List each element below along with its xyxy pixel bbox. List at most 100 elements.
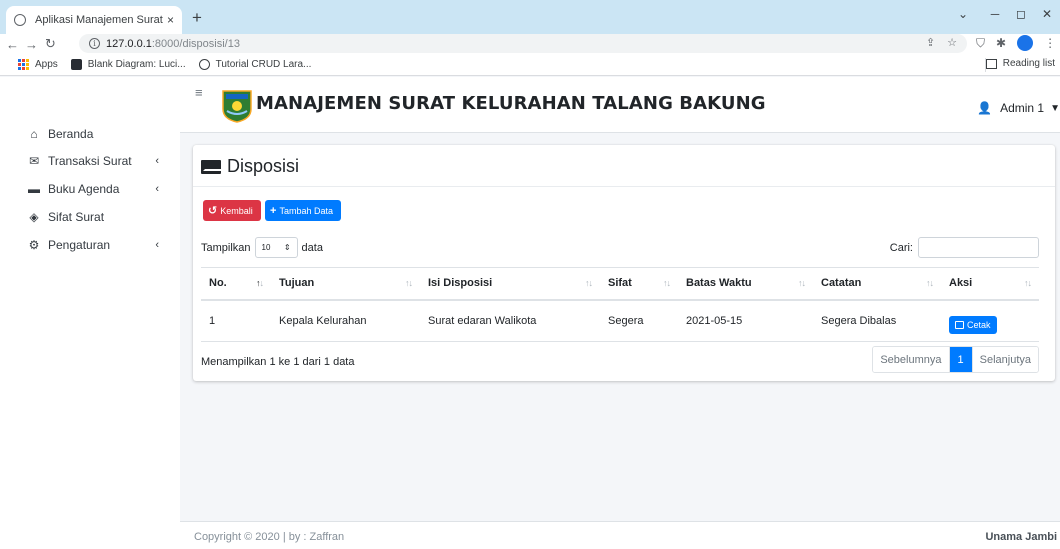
table-header-row: No. ↑↓ Tujuan ↑↓ Isi Disposisi ↑↓ Sifat ↑↓ B… [201,267,1039,301]
footer-brand: Unama Jambi [985,531,1057,543]
bookmarks-bar: Apps Blank Diagram: Luci... Tutorial CRU… [0,54,1060,76]
chevron-left-icon: ‹ [155,155,159,167]
plus-icon: + [270,204,277,217]
book-icon: ▬ [28,182,40,196]
sidebar-item-transaksi-surat[interactable]: ✉ Transaksi Surat ‹ [27,152,167,170]
cell-tujuan: Kepala Kelurahan [271,299,420,342]
tab-close-icon[interactable]: × [167,13,174,27]
app-header: ≡ MANAJEMEN SURAT KELURAHAN TALANG BAKUN… [180,77,1060,133]
url-path: :8000/disposisi/13 [151,37,240,50]
url-host: 127.0.0.1 [106,37,152,50]
lucid-icon [70,59,82,70]
search-input[interactable] [918,237,1039,258]
cell-sifat: Segera [600,299,678,342]
column-header-aksi[interactable]: Aksi ↑↓ [941,267,1039,301]
cell-no: 1 [201,299,271,342]
menu-burger-icon[interactable]: ≡ [195,85,203,100]
apps-grid-icon [18,59,29,70]
maximize-icon[interactable]: ◻ [1008,0,1034,34]
globe-icon [198,59,210,70]
bookmark-star-icon[interactable]: ☆ [947,36,957,49]
window-controls: ⌄ ─ ◻ ✕ [950,0,1060,34]
sidebar-item-beranda[interactable]: ⌂ Beranda [27,125,167,143]
column-header-catatan[interactable]: Catatan ↑↓ [813,267,941,301]
back-button[interactable]: ↺ Kembali [203,200,261,221]
column-header-no[interactable]: No. ↑↓ [201,267,271,301]
info-icon[interactable]: i [89,38,100,49]
column-header-tujuan[interactable]: Tujuan ↑↓ [271,267,420,301]
bookmark-tutorial[interactable]: Tutorial CRUD Lara... [198,59,311,70]
sort-icon: ↑↓ [926,278,934,288]
sort-icon: ↑↓ [663,278,671,288]
close-window-icon[interactable]: ✕ [1034,0,1060,34]
app-title: MANAJEMEN SURAT KELURAHAN TALANG BAKUNG [256,93,766,114]
footer: Copyright © 2020 | by : Zaffran Unama Ja… [180,521,1060,549]
mail-bulk-icon: ✉ [28,154,40,168]
cell-aksi: Cetak [941,299,1039,342]
sidebar-item-sifat-surat[interactable]: ◈ Sifat Surat [27,208,167,226]
print-icon [955,321,964,330]
user-name: Admin 1 [1000,101,1045,115]
chevron-left-icon: ‹ [155,239,159,251]
globe-icon [14,14,26,26]
table-info: Menampilkan 1 ke 1 dari 1 data [201,356,355,368]
cell-batas: 2021-05-15 [678,299,813,342]
profile-avatar-icon[interactable] [1017,35,1034,51]
card-header: Disposisi [193,145,1055,187]
sort-icon: ↑↓ [798,278,806,288]
cell-catatan: Segera Dibalas [813,299,941,342]
pagination: Sebelumnya 1 Selanjutya [872,346,1039,373]
browser-toolbar: ← → ↻ i 127.0.0.1:8000/disposisi/13 ⇪ ☆ … [0,34,1060,54]
table-row: 1 Kepala Kelurahan Surat edaran Walikota… [201,299,1039,342]
add-data-button[interactable]: + Tambah Data [265,200,341,221]
footer-copyright: Copyright © 2020 | by : Zaffran [194,531,345,543]
bookmark-lucid[interactable]: Blank Diagram: Luci... [70,59,186,70]
sort-icon: ↑↓ [1024,278,1032,288]
layer-icon: ◈ [29,210,39,224]
disposisi-table: No. ↑↓ Tujuan ↑↓ Isi Disposisi ↑↓ Sifat ↑↓ B… [201,267,1039,342]
back-arrow-icon[interactable]: ← [3,37,22,52]
pagination-next[interactable]: Selanjutya [971,347,1038,372]
new-tab-button[interactable]: + [192,9,202,26]
home-icon: ⌂ [30,127,38,141]
disposisi-card: Disposisi ↺ Kembali + Tambah Data Tampil… [193,145,1055,381]
column-header-batas-waktu[interactable]: Batas Waktu ↑↓ [678,267,813,301]
share-icon[interactable]: ⇪ [926,36,935,49]
page-length-control: Tampilkan 10 ⇕ data [201,237,323,258]
envelope-icon [201,159,221,174]
sidebar: ⌂ Beranda ✉ Transaksi Surat ‹ ▬ Buku Age… [0,77,180,549]
page-length-select[interactable]: 10 ⇕ [254,237,298,258]
forward-arrow-icon[interactable]: → [22,37,41,52]
bookmark-apps[interactable]: Apps [18,59,58,70]
tab-search-icon[interactable]: ⌄ [950,0,976,34]
cogs-icon: ⚙ [28,238,40,252]
column-header-sifat[interactable]: Sifat ↑↓ [600,267,678,301]
minimize-icon[interactable]: ─ [982,0,1008,34]
puzzle-extension-icon[interactable]: ✱ [996,36,1006,50]
sort-asc-icon: ↑↓ [256,278,264,288]
sidebar-item-pengaturan[interactable]: ⚙ Pengaturan ‹ [27,236,167,254]
print-button[interactable]: Cetak [949,316,997,335]
search-control: Cari: [890,237,1039,258]
sort-updown-icon: ⇕ [283,243,291,252]
kelurahan-logo [222,90,252,123]
undo-icon: ↺ [208,205,218,217]
reading-list-button[interactable]: Reading list [985,58,1055,69]
sidebar-item-buku-agenda[interactable]: ▬ Buku Agenda ‹ [27,180,167,198]
sort-icon: ↑↓ [585,278,593,288]
pagination-page-1[interactable]: 1 [949,347,972,372]
browser-tabstrip: Aplikasi Manajemen Surat × + ⌄ ─ ◻ ✕ [0,0,1060,34]
user-icon: 👤 [977,101,993,115]
user-menu[interactable]: 👤 Admin 1 ▼ [977,101,1060,115]
address-bar[interactable]: i 127.0.0.1:8000/disposisi/13 ⇪ ☆ [79,34,967,53]
browser-tab[interactable]: Aplikasi Manajemen Surat × [6,6,182,34]
menu-dots-icon[interactable]: ⋮ [1044,36,1056,50]
pagination-prev[interactable]: Sebelumnya [873,347,950,372]
caret-down-icon: ▼ [1050,102,1060,114]
reload-icon[interactable]: ↻ [41,36,60,52]
chevron-left-icon: ‹ [155,183,159,195]
column-header-isi-disposisi[interactable]: Isi Disposisi ↑↓ [420,267,600,301]
sort-icon: ↑↓ [405,278,413,288]
shield-extension-icon[interactable]: ⛉ [976,36,985,51]
reading-list-icon [985,58,997,69]
